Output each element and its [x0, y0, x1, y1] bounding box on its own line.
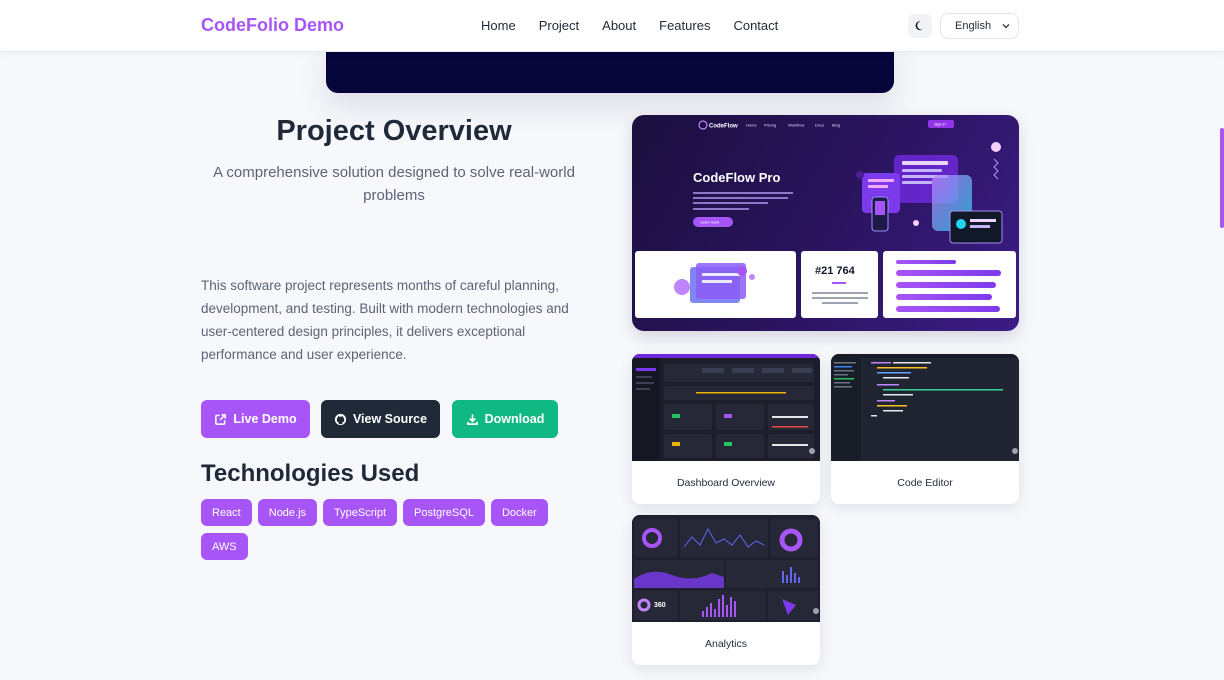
- tag-docker: Docker: [490, 499, 548, 526]
- download-icon: [466, 413, 478, 425]
- live-demo-label: Live Demo: [233, 412, 297, 426]
- moon-icon: [915, 21, 923, 31]
- svg-text:CodeFlow: CodeFlow: [709, 124, 738, 130]
- tag-typescript: TypeScript: [323, 499, 398, 526]
- analytics-stat: 360: [654, 602, 666, 609]
- scrollbar-thumb[interactable]: [1220, 128, 1224, 228]
- preview-panel-stat: [801, 251, 878, 318]
- svg-text:Learn more: Learn more: [700, 221, 719, 225]
- preview-nav-docs: Docs: [815, 123, 824, 128]
- preview-logo: CodeFlow: [698, 120, 738, 130]
- language-select[interactable]: English: [940, 13, 1019, 39]
- download-label: Download: [484, 412, 545, 426]
- download-button[interactable]: Download: [452, 400, 558, 438]
- technologies-heading: Technologies Used: [201, 460, 420, 487]
- nav-link-features[interactable]: Features: [659, 18, 710, 33]
- nav-link-about[interactable]: About: [602, 18, 636, 33]
- top-nav: CodeFolio Demo Home Project About Featur…: [0, 0, 1224, 52]
- tag-postgresql: PostgreSQL: [403, 499, 485, 526]
- preview-nav-workflow: Workflow: [788, 123, 804, 128]
- view-source-button[interactable]: View Source: [321, 400, 440, 438]
- view-source-label: View Source: [352, 412, 428, 426]
- tag-nodejs: Node.js: [257, 499, 318, 526]
- theme-toggle-button[interactable]: [908, 14, 932, 38]
- gallery-card-dashboard[interactable]: Dashboard Overview: [632, 354, 820, 504]
- analytics-screenshot: 360: [632, 515, 820, 622]
- preview-hero-title: CodeFlow Pro: [693, 170, 780, 185]
- project-description: This software project represents months …: [201, 278, 569, 362]
- language-value: English: [955, 20, 992, 32]
- dashboard-screenshot: [632, 354, 820, 461]
- preview-nav-pricing: Pricing: [764, 123, 776, 128]
- preview-cta-label: Sign in: [934, 123, 946, 127]
- dashboard-caption: Dashboard Overview: [676, 476, 776, 489]
- live-demo-button[interactable]: Live Demo: [201, 400, 310, 438]
- tag-react: React: [201, 499, 252, 526]
- main-project-screenshot[interactable]: CodeFlow Home Pricing Workflow Docs Blog…: [632, 115, 1019, 331]
- nav-links: Home Project About Features Contact: [481, 18, 801, 33]
- preview-stat-value: #21 764: [815, 265, 856, 277]
- page-title: Project Overview: [276, 115, 512, 147]
- technology-tags: React Node.js TypeScript PostgreSQL Dock…: [201, 499, 561, 560]
- code-editor-screenshot: [831, 354, 1019, 461]
- code-editor-caption: Code Editor: [897, 476, 953, 489]
- nav-link-home[interactable]: Home: [481, 18, 516, 33]
- gallery-card-analytics[interactable]: 360 Analytics: [632, 515, 820, 665]
- chevron-down-icon: [1002, 24, 1010, 29]
- brand-logo[interactable]: CodeFolio Demo: [201, 15, 344, 36]
- nav-link-contact[interactable]: Contact: [733, 18, 778, 33]
- codeflow-preview-image: CodeFlow Home Pricing Workflow Docs Blog…: [635, 120, 1016, 318]
- preview-nav-home: Home: [746, 123, 757, 128]
- tag-aws: AWS: [201, 533, 248, 560]
- page-subtitle: A comprehensive solution designed to sol…: [213, 164, 575, 204]
- analytics-caption: Analytics: [704, 637, 747, 650]
- github-icon: [334, 413, 347, 425]
- preview-nav-blog: Blog: [832, 123, 840, 128]
- nav-link-project[interactable]: Project: [539, 18, 579, 33]
- external-link-icon: [215, 413, 227, 425]
- gallery-card-code-editor[interactable]: Code Editor: [831, 354, 1019, 504]
